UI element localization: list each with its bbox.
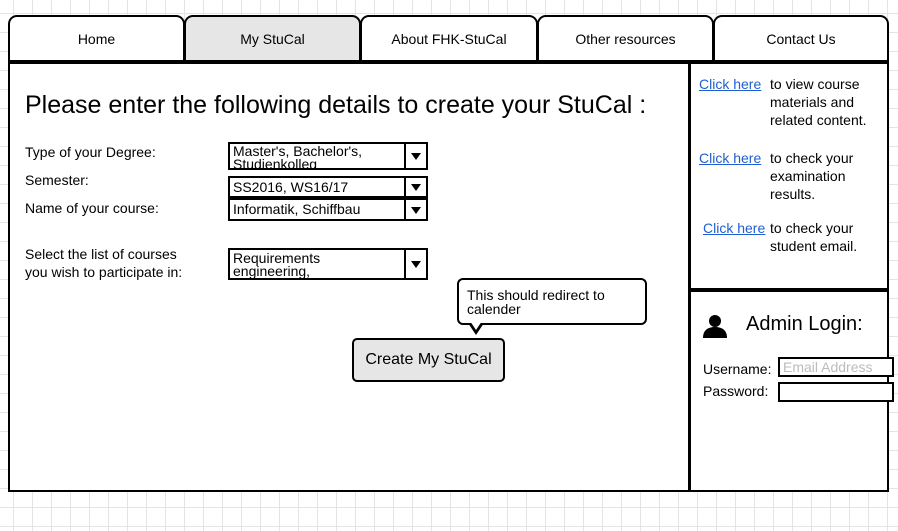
password-input[interactable] bbox=[778, 382, 894, 402]
student-email-desc: to check your student email. bbox=[770, 220, 858, 254]
course-materials-desc: to view course materials and related con… bbox=[770, 76, 867, 128]
chevron-down-icon[interactable] bbox=[404, 144, 426, 168]
tooltip-tail bbox=[468, 321, 484, 335]
semester-select-value: SS2016, WS16/17 bbox=[233, 179, 349, 195]
user-icon bbox=[703, 315, 727, 338]
course-select-value: Informatik, Schiffbau bbox=[233, 201, 361, 217]
chevron-down-icon[interactable] bbox=[404, 250, 426, 278]
tab-contact-us[interactable]: Contact Us bbox=[713, 15, 889, 62]
tab-other-resources[interactable]: Other resources bbox=[537, 15, 714, 62]
tab-my-stucal[interactable]: My StuCal bbox=[184, 15, 361, 62]
tab-home[interactable]: Home bbox=[8, 15, 185, 62]
exam-results-desc: to check your examination results. bbox=[770, 150, 854, 202]
password-label: Password: bbox=[703, 383, 769, 399]
degree-select-value: Master's, Bachelor's, Studienkolleg bbox=[233, 143, 363, 170]
degree-label: Type of your Degree: bbox=[25, 144, 156, 160]
semester-label: Semester: bbox=[25, 172, 89, 188]
chevron-down-icon[interactable] bbox=[404, 178, 426, 196]
course-list-label: Select the list of courses you wish to p… bbox=[25, 246, 183, 280]
degree-select[interactable]: Master's, Bachelor's, Studienkolleg bbox=[228, 142, 428, 170]
course-list-select-value: Requirements engineering, bbox=[233, 250, 321, 279]
username-input[interactable] bbox=[778, 357, 894, 377]
course-select[interactable]: Informatik, Schiffbau bbox=[228, 198, 428, 221]
page-title: Please enter the following details to cr… bbox=[25, 91, 647, 119]
username-label: Username: bbox=[703, 361, 772, 377]
admin-login-title: Admin Login: bbox=[746, 313, 863, 335]
chevron-down-icon[interactable] bbox=[404, 200, 426, 219]
tab-underline bbox=[8, 60, 889, 64]
student-email-link[interactable]: Click here bbox=[703, 220, 765, 236]
semester-select[interactable]: SS2016, WS16/17 bbox=[228, 176, 428, 198]
tab-about[interactable]: About FHK-StuCal bbox=[360, 15, 538, 62]
exam-results-link[interactable]: Click here bbox=[699, 150, 761, 166]
course-list-select[interactable]: Requirements engineering, bbox=[228, 248, 428, 280]
course-label: Name of your course: bbox=[25, 200, 159, 216]
tooltip-note: This should redirect to calender bbox=[457, 278, 647, 325]
course-materials-link[interactable]: Click here bbox=[699, 76, 761, 92]
create-stucal-button[interactable]: Create My StuCal bbox=[352, 338, 505, 382]
